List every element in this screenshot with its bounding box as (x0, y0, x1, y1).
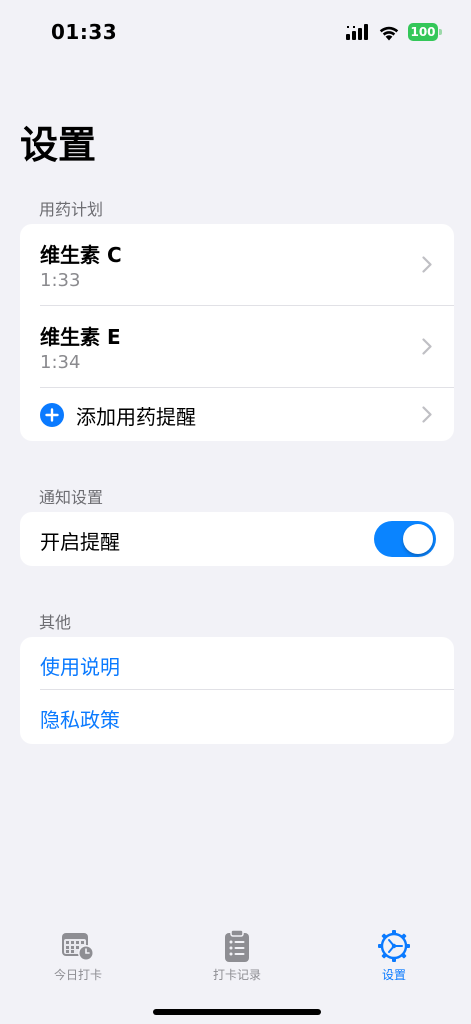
tab-settings[interactable]: 设置 (339, 930, 449, 990)
page-title: 设置 (20, 123, 97, 167)
tab-checkin-records[interactable]: 打卡记录 (182, 930, 292, 990)
privacy-policy-link[interactable]: 隐私政策 (20, 690, 454, 744)
reminder-toggle-label: 开启提醒 (40, 530, 120, 554)
wifi-icon (379, 26, 399, 41)
battery-icon: 100 (408, 23, 442, 41)
plus-circle-icon (40, 403, 64, 427)
usage-guide-link[interactable]: 使用说明 (20, 637, 454, 690)
clipboard-list-icon (225, 930, 249, 962)
privacy-policy-label: 隐私政策 (40, 708, 120, 732)
calendar-clock-icon (62, 933, 94, 961)
tab-today-checkin[interactable]: 今日打卡 (23, 930, 133, 990)
add-reminder-label: 添加用药提醒 (76, 405, 196, 429)
settings-screen: 01:33 100 设置 用药计划 维生素 C 1:33 维生素 E 1:34 … (0, 0, 471, 1024)
tab-label: 今日打卡 (53, 968, 102, 982)
toggle-knob (403, 524, 433, 554)
reminder-toggle[interactable] (374, 521, 436, 557)
cellular-signal-icon (346, 24, 368, 40)
battery-level: 100 (408, 23, 438, 41)
gear-icon (378, 930, 410, 962)
medication-time: 1:34 (40, 352, 81, 373)
medication-plan-card: 维生素 C 1:33 维生素 E 1:34 添加用药提醒 (20, 224, 454, 441)
chevron-right-icon (422, 338, 432, 355)
home-indicator[interactable] (153, 1009, 321, 1015)
tab-label: 打卡记录 (212, 968, 261, 982)
section-header-plan: 用药计划 (39, 200, 104, 219)
notification-card: 开启提醒 (20, 512, 454, 566)
medication-row[interactable]: 维生素 E 1:34 (20, 306, 454, 388)
section-header-other: 其他 (39, 613, 72, 632)
add-reminder-button[interactable]: 添加用药提醒 (20, 388, 454, 441)
chevron-right-icon (422, 256, 432, 273)
reminder-toggle-row: 开启提醒 (20, 512, 454, 566)
status-bar: 01:33 100 (0, 0, 471, 64)
medication-name: 维生素 E (40, 325, 121, 349)
battery-cap (439, 29, 442, 35)
status-time: 01:33 (51, 20, 118, 44)
section-header-notifications: 通知设置 (39, 488, 104, 507)
usage-guide-label: 使用说明 (40, 655, 120, 679)
medication-row[interactable]: 维生素 C 1:33 (20, 224, 454, 306)
chevron-right-icon (422, 406, 432, 423)
medication-name: 维生素 C (40, 243, 122, 267)
other-card: 使用说明 隐私政策 (20, 637, 454, 744)
medication-time: 1:33 (40, 270, 81, 291)
tab-label: 设置 (381, 968, 406, 982)
